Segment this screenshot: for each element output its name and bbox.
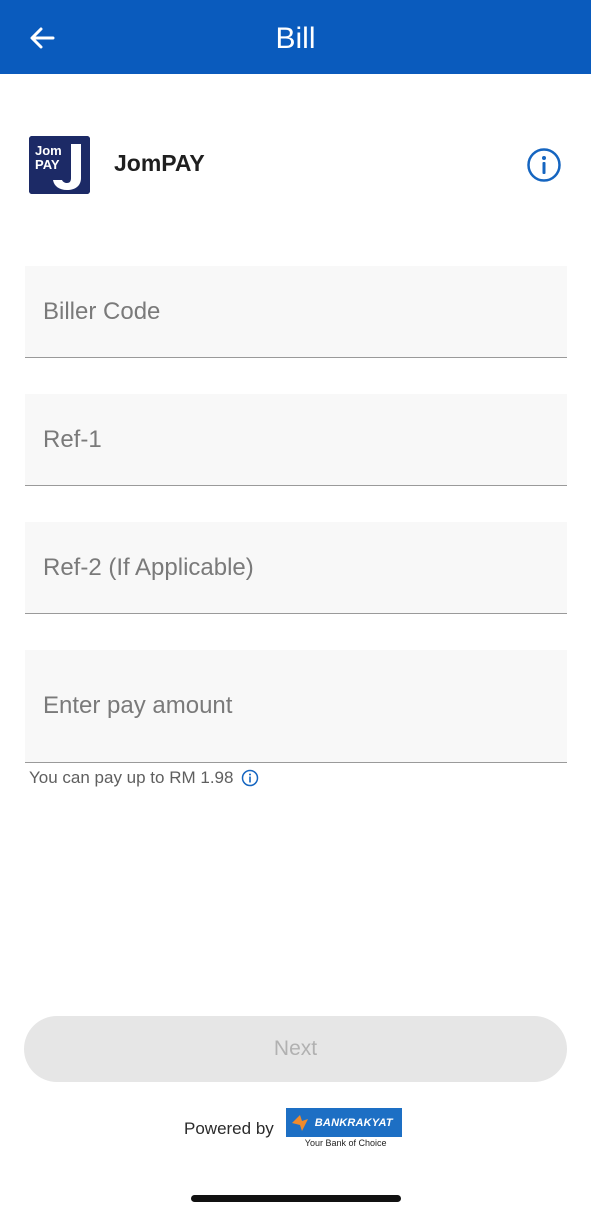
biller-code-input[interactable] bbox=[43, 266, 543, 357]
logo-text-jom: Jom bbox=[35, 143, 62, 158]
biller-info-button[interactable] bbox=[525, 146, 563, 184]
ref1-field[interactable] bbox=[25, 394, 567, 486]
info-circle-icon[interactable] bbox=[241, 769, 259, 787]
bank-tagline: Your Bank of Choice bbox=[304, 1138, 387, 1148]
bank-rakyat-logo: BANKRAKYAT Your Bank of Choice bbox=[285, 1108, 402, 1150]
pay-limit-text: You can pay up to RM 1.98 bbox=[29, 768, 234, 787]
page-title: Bill bbox=[275, 22, 316, 55]
biller-code-field[interactable] bbox=[25, 266, 567, 358]
powered-by-label: Powered by bbox=[184, 1119, 274, 1138]
powered-by: Powered by BANKRAKYAT Your Bank of Choic… bbox=[184, 1108, 402, 1150]
logo-text-pay: PAY bbox=[35, 157, 60, 172]
ref2-field[interactable] bbox=[25, 522, 567, 614]
ref2-input[interactable] bbox=[43, 522, 543, 613]
amount-field[interactable] bbox=[25, 650, 567, 763]
ref1-input[interactable] bbox=[43, 394, 543, 485]
next-button[interactable]: Next bbox=[24, 1016, 567, 1082]
bank-name: BANKRAKYAT bbox=[314, 1116, 393, 1129]
biller-name: JomPAY bbox=[114, 150, 205, 176]
amount-helper: You can pay up to RM 1.98 bbox=[29, 767, 259, 789]
home-indicator[interactable] bbox=[191, 1195, 401, 1202]
amount-input[interactable] bbox=[43, 650, 543, 762]
app-header: Bill bbox=[0, 0, 591, 74]
back-button[interactable] bbox=[24, 20, 60, 56]
bank-badge: BANKRAKYAT bbox=[285, 1108, 402, 1137]
jompay-logo: Jom PAY bbox=[29, 136, 90, 194]
info-circle-icon bbox=[527, 148, 561, 182]
arrow-left-icon bbox=[30, 27, 55, 49]
